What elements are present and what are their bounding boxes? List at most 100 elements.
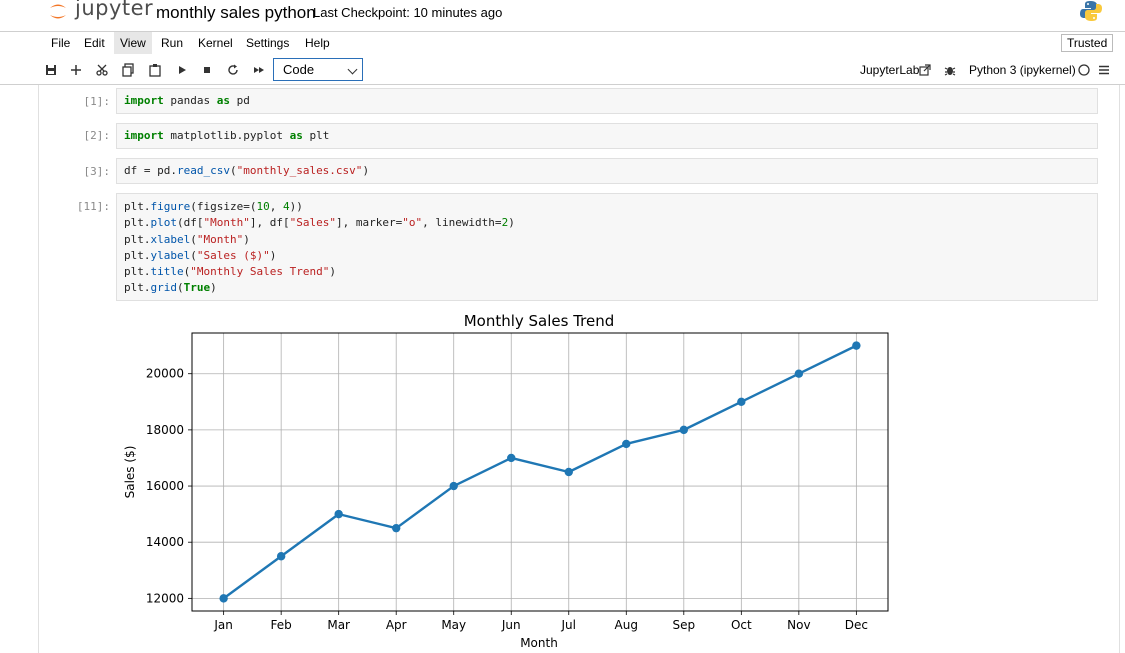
menu-view[interactable]: View [114, 32, 152, 54]
data-point [391, 523, 401, 533]
chart-title: Monthly Sales Trend [464, 312, 615, 330]
code-token: ) [508, 216, 515, 230]
code-text: plt.figure(figsize=(10, 4)) plt.plot(df["… [124, 199, 515, 297]
code-cell[interactable]: plt.figure(figsize=(10, 4)) plt.plot(df["… [116, 193, 1098, 301]
x-axis-label: Month [520, 636, 558, 650]
y-tick-label: 16000 [146, 479, 184, 493]
code-line: plt.title("Monthly Sales Trend") [124, 264, 515, 280]
code-token: read_csv [176, 164, 230, 177]
run-icon[interactable] [175, 63, 189, 77]
code-text: import matplotlib.pyplot as plt [124, 128, 329, 144]
code-token: pd [229, 94, 250, 107]
code-token: df = pd. [124, 164, 177, 177]
menu-bar: File Edit View Run Kernel Settings Help … [0, 31, 1125, 57]
menu-kernel[interactable]: Kernel [198, 36, 233, 50]
menu-run[interactable]: Run [161, 36, 183, 50]
code-token: , linewidth= [422, 216, 502, 230]
cell-prompt: [3]: [83, 165, 111, 178]
x-tick-label: Mar [327, 618, 350, 632]
code-token: xlabel [150, 232, 191, 246]
menu-file[interactable]: File [51, 36, 70, 50]
code-token: import [124, 94, 164, 107]
save-icon[interactable] [44, 63, 58, 77]
code-token: "o" [402, 216, 423, 230]
copy-icon[interactable] [121, 63, 135, 77]
code-text: import pandas as pd [124, 93, 250, 109]
x-tick-label: Apr [386, 618, 407, 632]
code-token: (df[ [177, 216, 204, 230]
code-cell[interactable]: import pandas as pd [116, 88, 1098, 114]
chart-grid [192, 333, 888, 611]
chart-ticks: Jan Feb Mar Apr May Jun Jul Aug Sep Oct Nov Dec 1200… [146, 367, 868, 632]
data-point [852, 341, 861, 350]
cell-type-select[interactable]: Code [273, 58, 363, 81]
code-line: import pandas as pd [124, 93, 250, 109]
kernel-name[interactable]: Python 3 (ipykernel) [969, 63, 1076, 77]
code-line: df = pd.read_csv("monthly_sales.csv") [124, 163, 369, 179]
code-token: "Month" [203, 216, 250, 230]
data-point [564, 467, 573, 477]
code-token: matplotlib.pyplot [163, 129, 290, 142]
code-line: plt.plot(df["Month"], df["Sales"], marke… [124, 215, 515, 231]
code-token: title [150, 265, 184, 279]
notebook-toolbar: Code JupyterLab Python 3 (ipykernel) [0, 56, 1125, 85]
paste-icon[interactable] [148, 63, 162, 77]
code-token: ], df[ [249, 216, 290, 230]
code-token: plt [302, 129, 330, 142]
kernel-debug-icon[interactable] [943, 63, 957, 77]
x-tick-label: Jun [501, 618, 521, 632]
code-token: , [269, 200, 283, 213]
data-point [737, 397, 746, 406]
plot-area [191, 332, 889, 612]
code-cell[interactable]: import matplotlib.pyplot as plt [116, 123, 1098, 149]
jupyter-logo-text: jupyter [75, 0, 154, 20]
external-link-icon[interactable] [918, 63, 932, 77]
add-cell-icon[interactable] [69, 63, 83, 77]
code-token: ( [229, 164, 237, 177]
code-token: ) [269, 248, 277, 262]
cut-icon[interactable] [95, 63, 109, 77]
code-token: plt. [124, 281, 151, 295]
jupyter-logo-icon [50, 4, 66, 19]
stop-icon[interactable] [200, 63, 214, 77]
menu-help[interactable]: Help [305, 36, 330, 50]
menu-edit[interactable]: Edit [84, 36, 105, 50]
fast-forward-icon[interactable] [252, 63, 266, 77]
code-line: plt.figure(figsize=(10, 4)) [124, 199, 515, 215]
code-token: ) [210, 281, 217, 295]
code-token: as [289, 129, 303, 142]
kernel-status-idle-icon [1078, 64, 1090, 76]
code-cell[interactable]: df = pd.read_csv("monthly_sales.csv") [116, 158, 1098, 184]
code-token: grid [150, 281, 178, 295]
code-token: as [216, 94, 230, 107]
menu-icon[interactable] [1097, 63, 1111, 77]
code-token: ( [190, 232, 197, 246]
cell-prompt: [11]: [76, 200, 110, 213]
code-token: import [124, 129, 164, 142]
code-token: "Month" [196, 232, 244, 246]
data-point [794, 369, 804, 378]
jupyterlab-link[interactable]: JupyterLab [860, 63, 919, 77]
x-tick-label: Dec [845, 618, 868, 632]
restart-icon[interactable] [226, 63, 240, 77]
menu-settings[interactable]: Settings [246, 36, 289, 50]
data-point [622, 439, 631, 449]
x-tick-label: Nov [787, 618, 810, 632]
code-token: plt. [124, 200, 151, 213]
y-axis-label: Sales ($) [123, 446, 137, 499]
data-point [334, 509, 343, 519]
code-token: "monthly_sales.csv" [236, 164, 363, 177]
code-token: ( [177, 281, 184, 295]
code-token: 10 [256, 200, 270, 213]
notebook-title[interactable]: monthly sales python [156, 3, 316, 23]
x-tick-label: Jul [561, 618, 576, 632]
chart-series [219, 341, 861, 603]
chevron-down-icon [347, 64, 358, 75]
code-token: "Sales ($)" [196, 248, 270, 262]
series-line [222, 344, 857, 600]
x-tick-label: Feb [271, 618, 292, 632]
code-token: ) [362, 164, 370, 177]
code-token: ) [243, 232, 250, 246]
trusted-badge[interactable]: Trusted [1061, 34, 1114, 52]
data-point [219, 594, 228, 603]
